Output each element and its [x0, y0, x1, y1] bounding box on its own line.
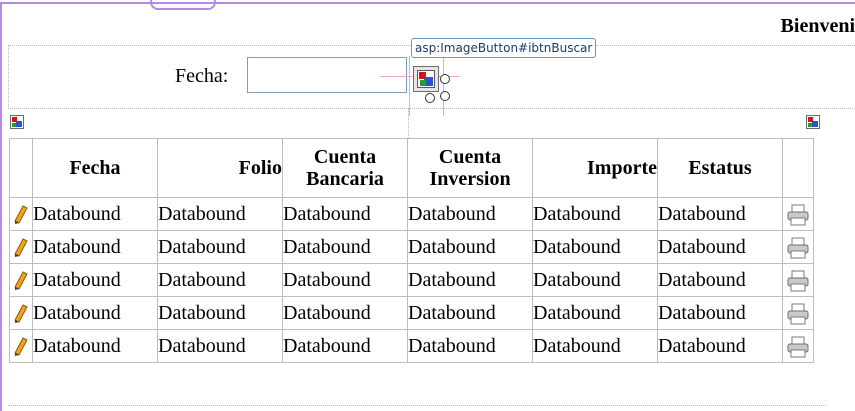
- welcome-text: Bienveni: [780, 15, 855, 37]
- header-fecha[interactable]: Fecha: [32, 138, 158, 198]
- cell-cuenta-inversion: Databound: [407, 230, 533, 264]
- design-frame-top: [0, 2, 855, 4]
- panel-boundary-left: [8, 45, 9, 109]
- printer-icon[interactable]: [786, 336, 810, 358]
- cell-fecha: Databound: [32, 263, 158, 297]
- cell-estatus: Databound: [657, 230, 783, 264]
- cell-fecha: Databound: [32, 230, 158, 264]
- resize-handle[interactable]: [425, 93, 435, 103]
- pencil-icon[interactable]: [13, 238, 29, 258]
- edit-cell[interactable]: [9, 263, 33, 297]
- edit-cell[interactable]: [9, 296, 33, 330]
- cell-fecha: Databound: [32, 296, 158, 330]
- cell-estatus: Databound: [657, 296, 783, 330]
- printer-icon[interactable]: [786, 204, 810, 226]
- resize-handle[interactable]: [440, 74, 450, 84]
- cell-importe: Databound: [532, 230, 658, 264]
- broken-image-icon: [417, 70, 435, 88]
- cell-cuenta-bancaria: Databound: [282, 197, 408, 231]
- cell-importe: Databound: [532, 197, 658, 231]
- results-grid: Fecha Folio Cuenta Bancaria Cuenta Inversi…: [9, 138, 814, 363]
- table-row: Databound Databound Databound Databound …: [9, 296, 814, 330]
- pencil-icon[interactable]: [13, 271, 29, 291]
- cell-cuenta-inversion: Databound: [407, 197, 533, 231]
- header-folio[interactable]: Folio: [157, 138, 283, 198]
- cell-cuenta-bancaria: Databound: [282, 329, 408, 363]
- cell-estatus: Databound: [657, 329, 783, 363]
- header-importe[interactable]: Importe: [532, 138, 658, 198]
- printer-icon[interactable]: [786, 303, 810, 325]
- header-edit-column: [9, 138, 33, 198]
- cell-importe: Databound: [532, 263, 658, 297]
- table-row: Databound Databound Databound Databound …: [9, 329, 814, 363]
- cell-cuenta-inversion: Databound: [407, 296, 533, 330]
- print-cell[interactable]: [782, 263, 814, 297]
- broken-image-icon: [806, 115, 820, 129]
- grid-header-row: Fecha Folio Cuenta Bancaria Cuenta Inversi…: [9, 138, 814, 198]
- print-cell[interactable]: [782, 230, 814, 264]
- print-cell[interactable]: [782, 296, 814, 330]
- fecha-input[interactable]: [247, 57, 407, 93]
- edit-cell[interactable]: [9, 329, 33, 363]
- cell-folio: Databound: [157, 329, 283, 363]
- cell-cuenta-bancaria: Databound: [282, 296, 408, 330]
- cell-fecha: Databound: [32, 197, 158, 231]
- design-frame-left: [0, 2, 2, 411]
- pencil-icon[interactable]: [13, 337, 29, 357]
- cell-cuenta-bancaria: Databound: [282, 230, 408, 264]
- panel-boundary-middle: [8, 108, 853, 109]
- resize-handle[interactable]: [440, 91, 450, 101]
- selection-guide: [443, 56, 444, 116]
- cell-folio: Databound: [157, 230, 283, 264]
- control-tooltip: asp:ImageButton#ibtnBuscar: [411, 38, 597, 58]
- table-row: Databound Databound Databound Databound …: [9, 197, 814, 231]
- selection-guide: [409, 56, 410, 116]
- fecha-label: Fecha:: [175, 65, 229, 87]
- cell-folio: Databound: [157, 197, 283, 231]
- panel-boundary-bottom: [8, 405, 826, 406]
- cell-folio: Databound: [157, 263, 283, 297]
- edit-cell[interactable]: [9, 197, 33, 231]
- search-image-button[interactable]: [413, 66, 439, 92]
- cell-cuenta-bancaria: Databound: [282, 263, 408, 297]
- cell-estatus: Databound: [657, 197, 783, 231]
- printer-icon[interactable]: [786, 237, 810, 259]
- cell-estatus: Databound: [657, 263, 783, 297]
- header-cuenta-bancaria[interactable]: Cuenta Bancaria: [282, 138, 408, 198]
- cell-folio: Databound: [157, 296, 283, 330]
- cell-cuenta-inversion: Databound: [407, 329, 533, 363]
- cell-importe: Databound: [532, 296, 658, 330]
- print-cell[interactable]: [782, 329, 814, 363]
- printer-icon[interactable]: [786, 270, 810, 292]
- table-row: Databound Databound Databound Databound …: [9, 263, 814, 297]
- header-cuenta-inversion[interactable]: Cuenta Inversion: [407, 138, 533, 198]
- cell-cuenta-inversion: Databound: [407, 263, 533, 297]
- print-cell[interactable]: [782, 197, 814, 231]
- pencil-icon[interactable]: [13, 304, 29, 324]
- cell-fecha: Databound: [32, 329, 158, 363]
- cell-importe: Databound: [532, 329, 658, 363]
- table-row: Databound Databound Databound Databound …: [9, 230, 814, 264]
- broken-image-icon: [10, 115, 24, 129]
- pencil-icon[interactable]: [13, 205, 29, 225]
- header-estatus[interactable]: Estatus: [657, 138, 783, 198]
- edit-cell[interactable]: [9, 230, 33, 264]
- header-print-column: [782, 138, 814, 198]
